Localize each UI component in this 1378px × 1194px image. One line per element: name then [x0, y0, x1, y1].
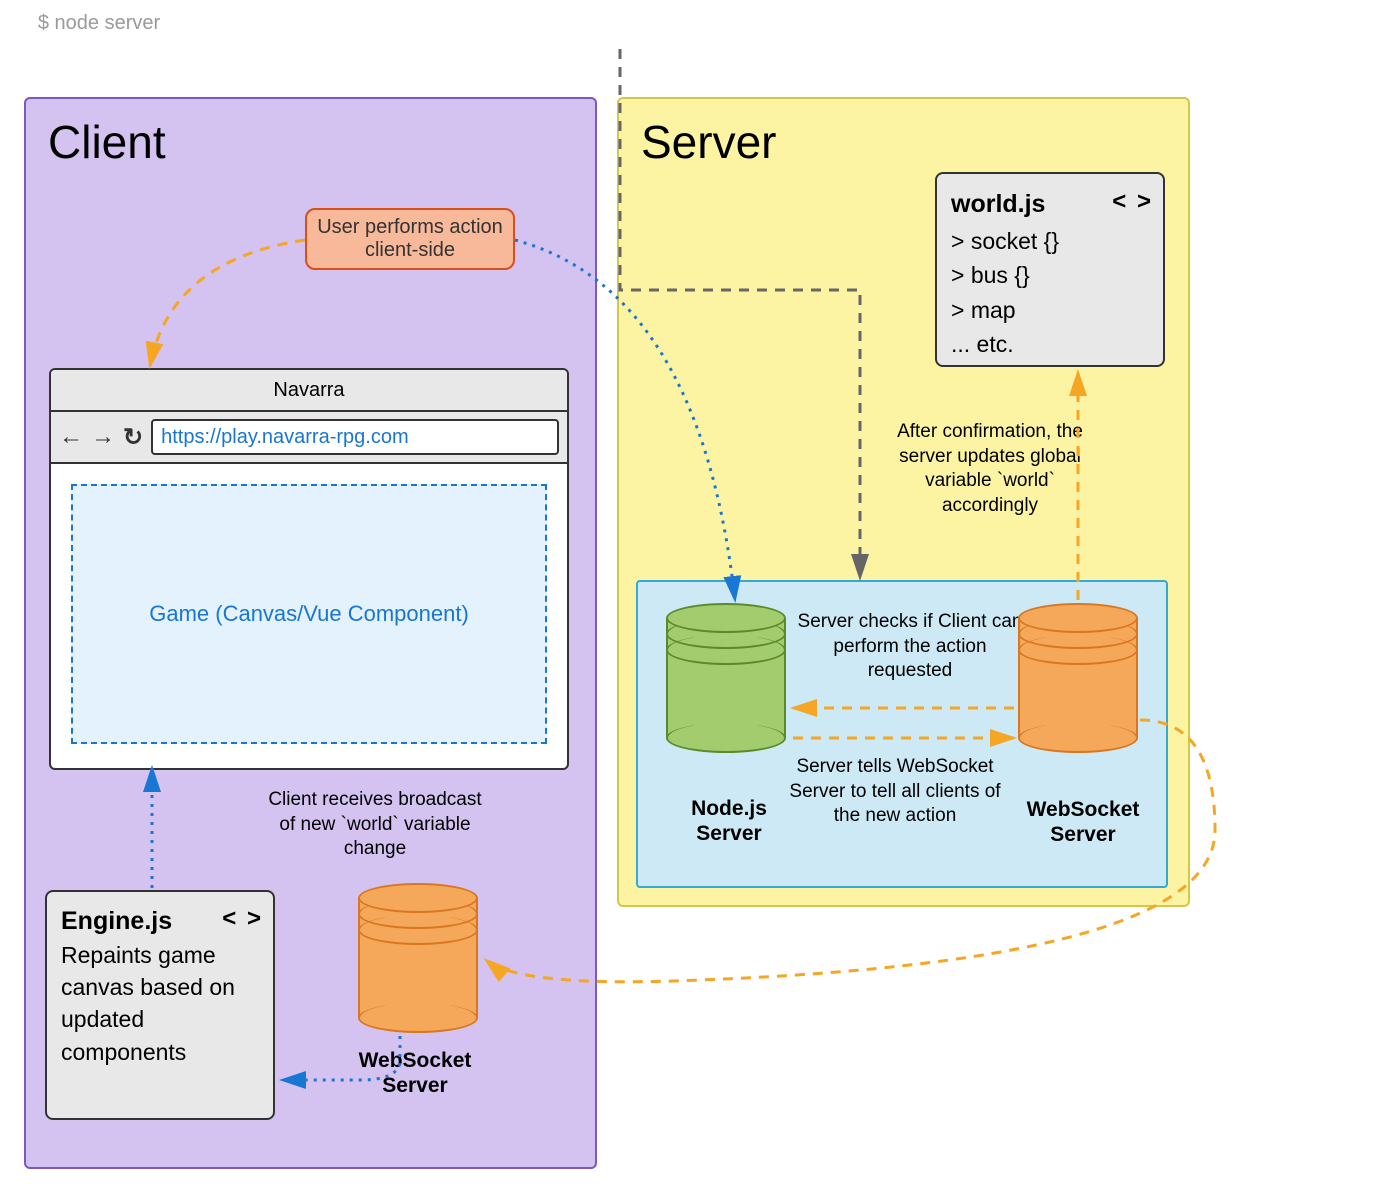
browser-titlebar: Navarra — [51, 370, 567, 412]
game-canvas-label: Game (Canvas/Vue Component) — [149, 601, 469, 627]
world-line: > socket {} — [951, 224, 1149, 259]
command-box: $ node server — [0, 0, 198, 46]
client-title: Client — [48, 115, 166, 169]
websocket-server-label-left: WebSocket Server — [340, 1048, 490, 1098]
user-action-callout: User performs action client-side — [305, 208, 515, 270]
world-box: < > world.js > socket {} > bus {} > map … — [935, 172, 1165, 367]
server-title: Server — [641, 115, 776, 169]
nodejs-server-label: Node.js Server — [656, 796, 802, 846]
reload-icon[interactable]: ↻ — [123, 423, 143, 452]
server-tells-note: Server tells WebSocket Server to tell al… — [785, 755, 1005, 829]
back-icon[interactable]: ← — [59, 423, 83, 451]
world-line: > map — [951, 293, 1149, 328]
world-line: ... etc. — [951, 327, 1149, 362]
after-confirm-note: After confirmation, the server updates g… — [875, 420, 1105, 519]
engine-body: Repaints game canvas based on updated co… — [61, 939, 259, 1068]
world-line: > bus {} — [951, 258, 1149, 293]
browser-navbar: ← → ↻ https://play.navarra-rpg.com — [51, 412, 567, 464]
url-text: https://play.navarra-rpg.com — [161, 426, 409, 449]
code-icon: < > — [222, 902, 263, 936]
user-action-text: User performs action client-side — [311, 216, 509, 262]
client-receives-note: Client receives broadcast of new `world`… — [265, 788, 485, 862]
nodejs-server-cylinder — [666, 603, 786, 753]
engine-box: < > Engine.js Repaints game canvas based… — [45, 890, 275, 1120]
server-checks-note: Server checks if Client can perform the … — [795, 610, 1025, 684]
browser-title: Navarra — [273, 379, 344, 402]
browser-body: Game (Canvas/Vue Component) — [51, 464, 567, 768]
websocket-server-cylinder-right — [1018, 603, 1138, 753]
forward-icon[interactable]: → — [91, 423, 115, 451]
game-canvas: Game (Canvas/Vue Component) — [71, 484, 547, 744]
url-bar[interactable]: https://play.navarra-rpg.com — [151, 419, 559, 455]
websocket-server-cylinder-left — [358, 883, 478, 1033]
websocket-server-label-right: WebSocket Server — [1008, 797, 1158, 847]
code-icon: < > — [1112, 184, 1153, 220]
browser-window: Navarra ← → ↻ https://play.navarra-rpg.c… — [49, 368, 569, 770]
command-text: $ node server — [38, 12, 160, 35]
